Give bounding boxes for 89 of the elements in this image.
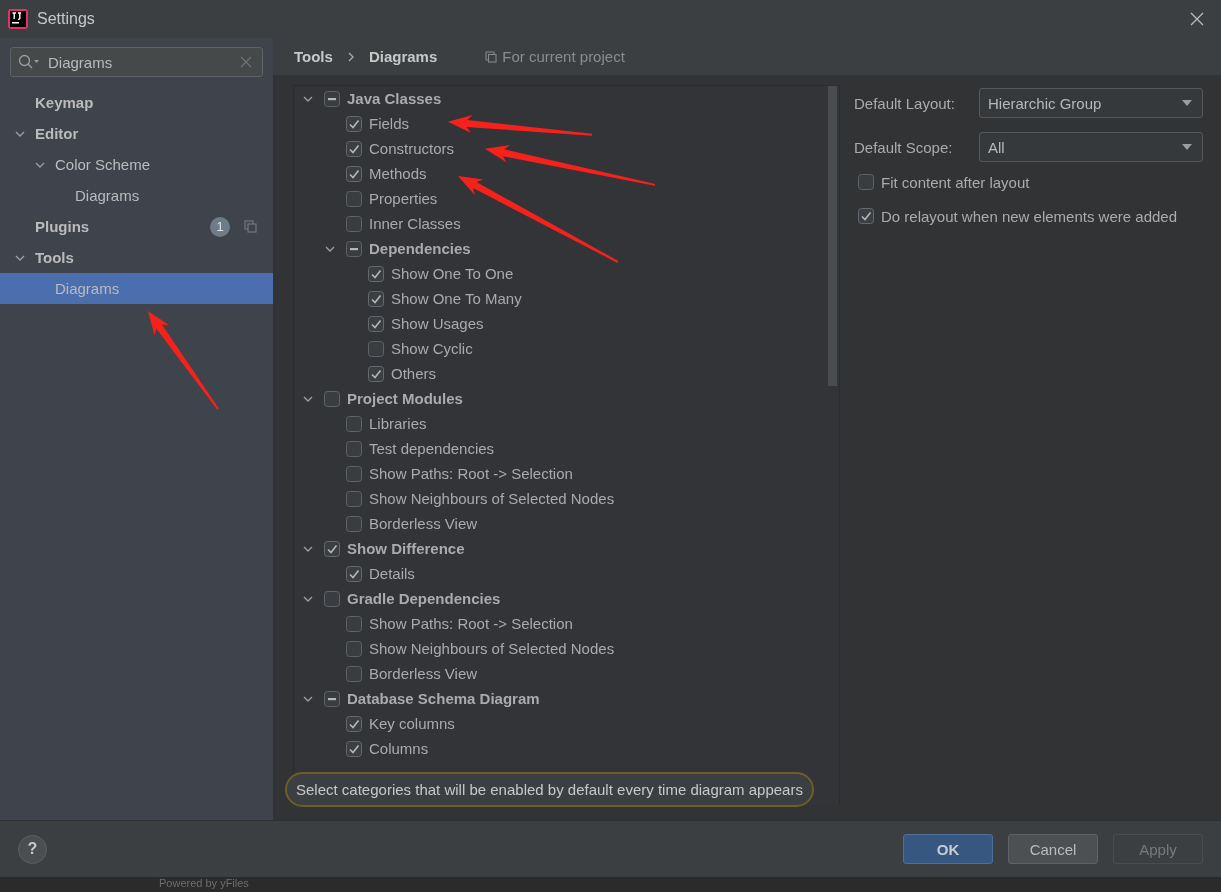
checkbox[interactable] [346,465,362,482]
checkbox[interactable] [346,740,362,757]
checkbox[interactable] [324,590,340,607]
sidebar-item[interactable]: Tools [0,242,273,273]
sidebar-item[interactable]: Color Scheme [0,149,273,180]
count-badge: 1 [210,216,230,237]
category-label: Constructors [369,140,455,157]
checkbox[interactable] [324,390,340,407]
checkbox[interactable] [346,140,362,157]
category-label: Methods [369,165,427,182]
option-label: Fit content after layout [881,173,1030,191]
copy-icon [244,220,257,233]
scrollbar-thumb[interactable] [828,86,837,386]
window-title: Settings [37,10,95,28]
category-label: Show Usages [391,315,484,332]
option-label: Do relayout when new elements were added [881,207,1177,225]
field-label: Default Scope: [854,138,954,156]
checkbox[interactable] [346,215,362,232]
checkbox[interactable] [324,540,340,557]
category-label: Project Modules [347,390,463,407]
category-label: Show Paths: Root -> Selection [369,465,573,482]
checkbox[interactable] [368,315,384,332]
checkbox[interactable] [346,565,362,582]
search-icon [18,54,40,70]
checkbox[interactable] [368,340,384,357]
category-label: Dependencies [369,240,471,257]
category-label: Fields [369,115,409,132]
checkbox[interactable] [346,165,362,182]
checkbox[interactable] [858,208,874,224]
checkbox[interactable] [346,615,362,632]
app-logo [8,9,28,29]
dropdown[interactable]: All [979,132,1203,162]
category-label: Show Difference [347,540,465,557]
category-label: Gradle Dependencies [347,590,501,607]
category-label: Show One To Many [391,290,522,307]
sidebar-item[interactable]: Diagrams [0,180,273,211]
category-label: Show Cyclic [391,340,473,357]
checkbox[interactable] [346,515,362,532]
category-label: Libraries [369,415,427,432]
dropdown-arrow-icon [1182,144,1192,150]
dropdown[interactable]: Hierarchic Group [979,88,1203,118]
category-label: Inner Classes [369,215,461,232]
dropdown-arrow-icon [1182,100,1192,106]
copy-icon [485,50,498,63]
hint-tooltip: Select categories that will be enabled by default every time diagram appears [285,772,814,807]
category-label: Show Paths: Root -> Selection [369,615,573,632]
checkbox[interactable] [368,365,384,382]
checkbox[interactable] [346,640,362,657]
category-label: Key columns [369,715,455,732]
chevron-icon [346,51,355,62]
close-icon[interactable] [1190,12,1204,26]
checkbox[interactable] [324,690,340,707]
checkbox[interactable] [346,415,362,432]
category-label: Borderless View [369,515,478,532]
checkbox[interactable] [858,174,874,190]
field-label: Default Layout: [854,94,956,112]
checkbox[interactable] [346,440,362,457]
sidebar-item[interactable]: Plugins 1 [0,211,273,242]
checkbox[interactable] [346,190,362,207]
category-label: Database Schema Diagram [347,690,540,707]
dialog-button[interactable]: Cancel [1008,834,1098,864]
category-label: Properties [369,190,438,207]
sidebar-item[interactable]: Diagrams [0,273,273,304]
category-label: Show One To One [391,265,514,282]
breadcrumb-item[interactable]: Tools [294,48,333,65]
help-button[interactable]: ? [18,834,47,864]
checkbox[interactable] [324,90,340,107]
category-label: Borderless View [369,665,478,682]
checkbox[interactable] [346,665,362,682]
category-label: Others [391,365,436,382]
footer-text: Powered by yFiles [159,877,249,890]
checkbox[interactable] [346,490,362,507]
sidebar-item[interactable]: Keymap [0,87,273,118]
sidebar-item[interactable]: Editor [0,118,273,149]
search-field[interactable]: Diagrams [10,47,263,77]
checkbox[interactable] [346,715,362,732]
checkbox[interactable] [346,115,362,132]
dialog-button[interactable]: OK [903,834,993,864]
breadcrumb-item[interactable]: Diagrams [368,48,438,65]
category-label: Test dependencies [369,440,495,457]
checkbox[interactable] [368,265,384,282]
category-label: Details [369,565,415,582]
category-label: Show Neighbours of Selected Nodes [369,490,615,507]
checkbox[interactable] [368,290,384,307]
checkbox[interactable] [346,240,362,257]
scope-note: For current project [502,48,625,65]
category-label: Columns [369,740,429,757]
category-label: Show Neighbours of Selected Nodes [369,640,615,657]
category-label: Java Classes [347,90,442,107]
